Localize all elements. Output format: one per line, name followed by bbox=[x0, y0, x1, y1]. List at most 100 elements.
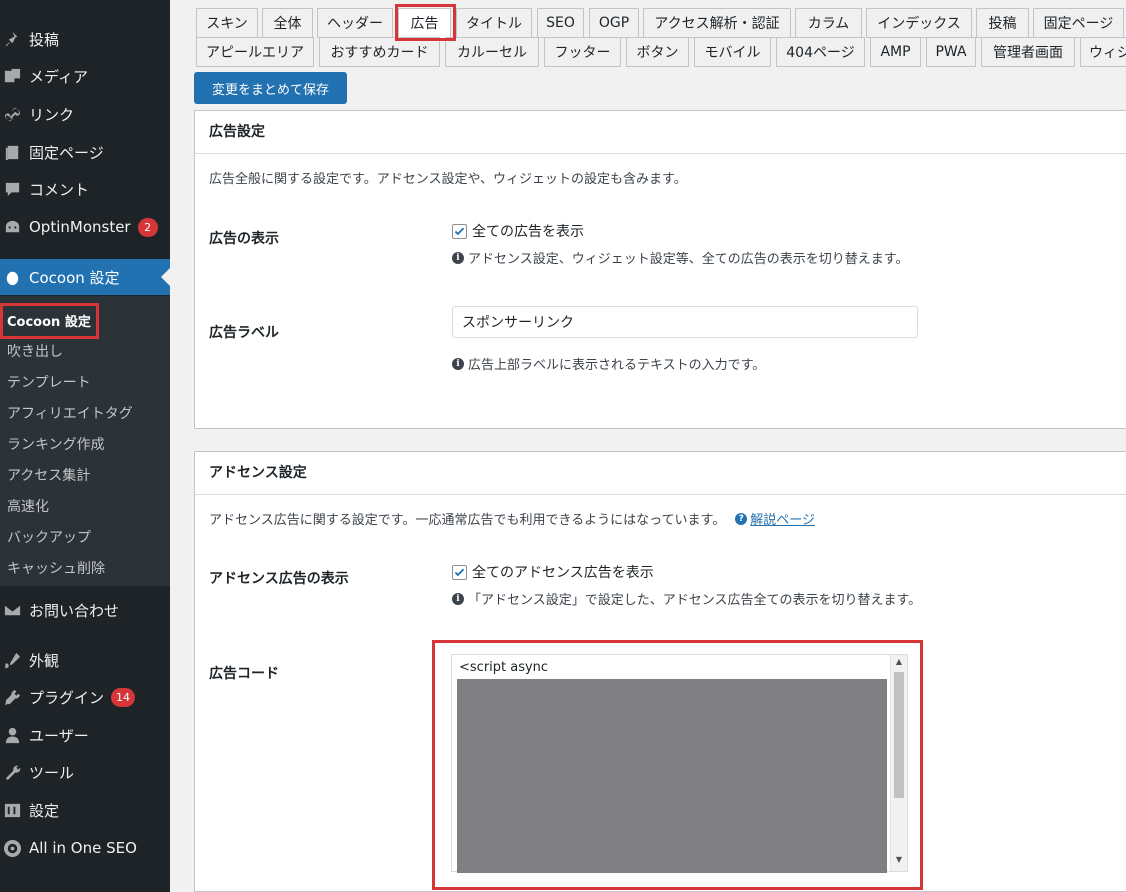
ad-code-textarea[interactable]: <script async ▲ ▼ bbox=[451, 654, 908, 873]
ad-label-hint: i 広告上部ラベルに表示されるテキストの入力です。 bbox=[452, 354, 765, 373]
mail-icon bbox=[0, 600, 29, 620]
checkmark-icon bbox=[454, 227, 465, 235]
appearance-icon bbox=[0, 650, 29, 670]
ad-code-text: <script async bbox=[459, 660, 549, 675]
info-icon: i bbox=[452, 357, 464, 370]
menu-item-optinmonster[interactable]: OptinMonster 2 bbox=[0, 209, 170, 245]
page-icon bbox=[0, 142, 29, 162]
ad-settings-panel: 広告設定 広告全般に関する設定です。アドセンス設定や、ウィジェットの設定も含みま… bbox=[194, 110, 1126, 429]
tab-mobile[interactable]: モバイル bbox=[694, 37, 771, 67]
menu-item-contact[interactable]: お問い合わせ bbox=[0, 592, 170, 628]
adsense-display-checkbox[interactable] bbox=[452, 564, 467, 580]
tab-analytics-auth[interactable]: アクセス解析・認証 bbox=[643, 8, 791, 38]
save-all-changes-button[interactable]: 変更をまとめて保存 bbox=[194, 72, 347, 104]
submenu-item-backup[interactable]: バックアップ bbox=[7, 527, 91, 547]
comment-icon bbox=[0, 179, 29, 199]
submenu-item-speech-balloon[interactable]: 吹き出し bbox=[7, 341, 63, 361]
notification-badge: 2 bbox=[137, 217, 158, 237]
panel-divider bbox=[195, 153, 1126, 154]
adsense-display-hint: i 「アドセンス設定」で設定した、アドセンス広告全ての表示を切り替えます。 bbox=[452, 589, 921, 608]
cocoon-icon bbox=[0, 267, 29, 287]
panel-divider bbox=[195, 494, 1126, 495]
menu-item-cocoon-settings[interactable]: Cocoon 設定 bbox=[0, 259, 170, 295]
ad-display-checkbox-label: 全ての広告を表示 bbox=[472, 224, 584, 240]
tab-title[interactable]: タイトル bbox=[456, 8, 532, 38]
ad-display-label: 広告の表示 bbox=[209, 231, 279, 247]
ad-display-checkbox-row[interactable]: 全ての広告を表示 bbox=[452, 221, 584, 241]
tab-header[interactable]: ヘッダー bbox=[317, 8, 393, 38]
submenu-item-speed-up[interactable]: 高速化 bbox=[7, 496, 49, 516]
panel-title: 広告設定 bbox=[209, 124, 265, 140]
menu-item-all-in-one-seo[interactable]: All in One SEO bbox=[0, 830, 170, 866]
menu-item-comments[interactable]: コメント bbox=[0, 171, 170, 207]
tab-button[interactable]: ボタン bbox=[626, 37, 689, 67]
tab-index[interactable]: インデックス bbox=[866, 8, 972, 38]
ad-display-hint: i アドセンス設定、ウィジェット設定等、全ての広告の表示を切り替えます。 bbox=[452, 248, 908, 267]
info-icon: i bbox=[452, 251, 464, 264]
tab-admin-screen[interactable]: 管理者画面 bbox=[981, 37, 1075, 67]
panel-title: アドセンス設定 bbox=[209, 465, 307, 481]
tab-pwa[interactable]: PWA bbox=[926, 37, 976, 67]
scroll-thumb[interactable] bbox=[894, 672, 904, 798]
tab-widget[interactable]: ウィジ bbox=[1080, 37, 1126, 67]
ad-code-label: 広告コード bbox=[209, 666, 279, 682]
menu-item-links[interactable]: リンク bbox=[0, 96, 170, 132]
panel-description: アドセンス広告に関する設定です。一応通常広告でも利用できるようにはなっています。… bbox=[209, 509, 815, 528]
menu-item-posts[interactable]: 投稿 bbox=[0, 21, 170, 57]
menu-item-appearance[interactable]: 外観 bbox=[0, 642, 170, 678]
settings-icon bbox=[0, 800, 29, 820]
aioseo-icon bbox=[0, 838, 29, 858]
tab-appeal-area[interactable]: アピールエリア bbox=[196, 37, 314, 67]
submenu-item-clear-cache[interactable]: キャッシュ削除 bbox=[7, 558, 105, 578]
help-link[interactable]: ? 解説ページ bbox=[735, 509, 815, 528]
media-icon bbox=[0, 66, 29, 86]
pushpin-icon bbox=[0, 29, 29, 49]
menu-item-settings[interactable]: 設定 bbox=[0, 792, 170, 828]
adsense-display-label: アドセンス広告の表示 bbox=[209, 571, 349, 587]
tab-skin[interactable]: スキン bbox=[196, 8, 258, 38]
submenu-item-affiliate-tag[interactable]: アフィリエイトタグ bbox=[7, 403, 133, 423]
tab-footer[interactable]: フッター bbox=[544, 37, 621, 67]
scroll-down-arrow-icon[interactable]: ▼ bbox=[891, 853, 907, 867]
plugin-icon bbox=[0, 687, 29, 707]
adsense-display-checkbox-row[interactable]: 全てのアドセンス広告を表示 bbox=[452, 562, 654, 582]
menu-item-pages[interactable]: 固定ページ bbox=[0, 134, 170, 170]
menu-item-users[interactable]: ユーザー bbox=[0, 717, 170, 753]
tab-post[interactable]: 投稿 bbox=[976, 8, 1029, 38]
adsense-display-checkbox-label: 全てのアドセンス広告を表示 bbox=[472, 565, 654, 581]
tab-carousel[interactable]: カルーセル bbox=[445, 37, 539, 67]
cocoon-submenu: Cocoon 設定 吹き出し テンプレート アフィリエイトタグ ランキング作成 … bbox=[0, 296, 170, 586]
submenu-item-ranking[interactable]: ランキング作成 bbox=[7, 434, 105, 454]
menu-item-plugins[interactable]: プラグイン 14 bbox=[0, 679, 170, 715]
tab-recommended-cards[interactable]: おすすめカード bbox=[319, 37, 440, 67]
menu-item-media[interactable]: メディア bbox=[0, 58, 170, 94]
ad-label-label: 広告ラベル bbox=[209, 325, 279, 341]
tab-general[interactable]: 全体 bbox=[262, 8, 313, 38]
scroll-up-arrow-icon[interactable]: ▲ bbox=[891, 655, 907, 669]
panel-description: 広告全般に関する設定です。アドセンス設定や、ウィジェットの設定も含みます。 bbox=[209, 172, 687, 187]
tab-seo[interactable]: SEO bbox=[537, 8, 584, 38]
tab-page[interactable]: 固定ページ bbox=[1033, 8, 1124, 38]
submenu-item-access-stats[interactable]: アクセス集計 bbox=[7, 465, 90, 485]
help-icon: ? bbox=[735, 512, 748, 525]
optinmonster-icon bbox=[0, 217, 29, 237]
ad-display-checkbox[interactable] bbox=[452, 223, 467, 239]
notification-badge: 14 bbox=[111, 687, 136, 707]
redacted-code-block bbox=[457, 679, 887, 873]
tab-ads[interactable]: 広告 bbox=[398, 8, 451, 38]
textarea-scrollbar[interactable]: ▲ ▼ bbox=[890, 655, 907, 871]
menu-item-tools[interactable]: ツール bbox=[0, 754, 170, 790]
wrench-icon bbox=[0, 762, 29, 782]
info-icon: i bbox=[452, 592, 464, 605]
user-icon bbox=[0, 725, 29, 745]
tab-404-page[interactable]: 404ページ bbox=[776, 37, 865, 67]
tab-column[interactable]: カラム bbox=[795, 8, 862, 38]
link-icon bbox=[0, 104, 29, 124]
admin-sidebar: 投稿 メディア リンク 固定ページ コメント OptinMonster 2 Co… bbox=[0, 0, 170, 892]
tab-amp[interactable]: AMP bbox=[870, 37, 921, 67]
tab-ogp[interactable]: OGP bbox=[589, 8, 639, 38]
checkmark-icon bbox=[454, 568, 465, 576]
ad-label-input[interactable] bbox=[452, 306, 918, 338]
submenu-item-template[interactable]: テンプレート bbox=[7, 372, 91, 392]
submenu-item-cocoon-settings[interactable]: Cocoon 設定 bbox=[7, 311, 91, 330]
